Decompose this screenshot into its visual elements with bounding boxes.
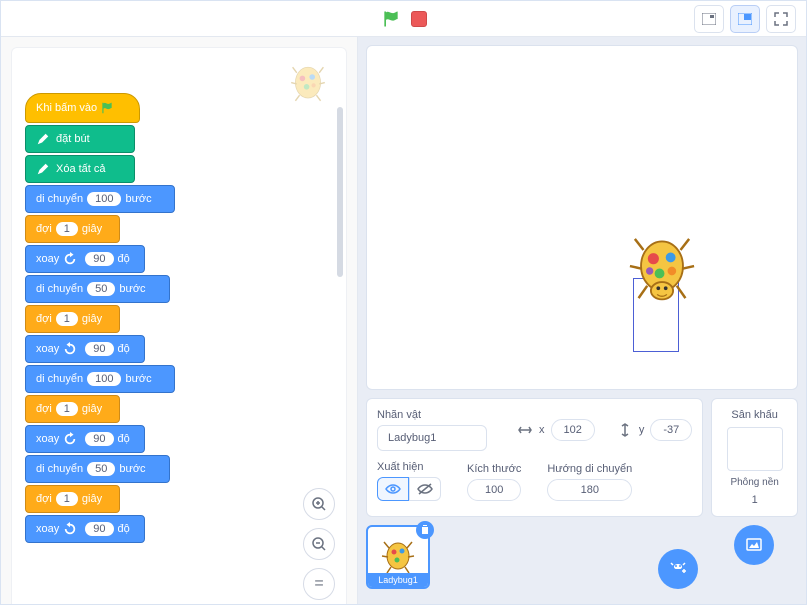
sprite-x-input[interactable]: 102	[551, 419, 595, 441]
sprite-card[interactable]: Ladybug1	[366, 525, 430, 589]
pen-clear-block[interactable]: Xóa tất cả	[25, 155, 135, 183]
sprite-name-input[interactable]	[377, 425, 487, 451]
sprite-watermark-icon	[287, 63, 329, 105]
turn-ccw-icon	[63, 342, 77, 356]
turn-cw-icon	[63, 252, 77, 266]
script-workspace[interactable]: Khi bấm vào đặt bút Xóa tất cả di chuyển…	[11, 47, 347, 604]
sprite-on-stage[interactable]	[625, 234, 699, 308]
sprite-direction-input[interactable]: 180	[547, 479, 632, 501]
stage-info-panel: Sân khấu Phông nền 1	[711, 398, 798, 517]
scripts-scrollbar[interactable]	[337, 107, 343, 277]
sprite-name-label: Nhãn vật	[377, 409, 487, 421]
x-arrows-icon	[517, 422, 533, 438]
add-sprite-button[interactable]	[658, 549, 698, 589]
y-arrows-icon	[617, 422, 633, 438]
fullscreen-button[interactable]	[766, 5, 796, 33]
pen-icon	[36, 132, 50, 146]
zoom-in-button[interactable]	[303, 488, 335, 520]
turn-cw-block[interactable]: xoay90độ	[25, 425, 145, 453]
top-toolbar	[1, 1, 806, 37]
event-hat-block[interactable]: Khi bấm vào	[25, 93, 140, 123]
pen-icon	[36, 162, 50, 176]
move-block[interactable]: di chuyển100bước	[25, 365, 175, 393]
large-stage-button[interactable]	[730, 5, 760, 33]
scripts-panel: Khi bấm vào đặt bút Xóa tất cả di chuyển…	[1, 37, 358, 604]
sprite-list: Ladybug1	[366, 525, 702, 589]
small-stage-button[interactable]	[694, 5, 724, 33]
move-block[interactable]: di chuyển50bước	[25, 275, 170, 303]
wait-block[interactable]: đợi1giây	[25, 215, 120, 243]
wait-block[interactable]: đợi1giây	[25, 395, 120, 423]
sprite-info-panel: Nhãn vật x 102 y -37	[366, 398, 703, 517]
sprite-y-input[interactable]: -37	[650, 419, 692, 441]
move-block[interactable]: di chuyển50bước	[25, 455, 170, 483]
show-sprite-button[interactable]	[377, 477, 409, 501]
wait-block[interactable]: đợi1giây	[25, 305, 120, 333]
wait-block[interactable]: đợi1giây	[25, 485, 120, 513]
stage-canvas[interactable]	[366, 45, 798, 390]
zoom-reset-button[interactable]: =	[303, 568, 335, 600]
stage-thumbnail[interactable]	[727, 427, 783, 471]
turn-cw-icon	[63, 432, 77, 446]
delete-sprite-icon[interactable]	[416, 521, 434, 539]
sprite-thumb-icon	[378, 539, 418, 575]
pen-down-block[interactable]: đặt bút	[25, 125, 135, 153]
move-block[interactable]: di chuyển100bước	[25, 185, 175, 213]
stop-icon[interactable]	[411, 11, 427, 27]
add-backdrop-button[interactable]	[734, 525, 774, 565]
turn-cw-block[interactable]: xoay90độ	[25, 245, 145, 273]
turn-ccw-block[interactable]: xoay90độ	[25, 335, 145, 363]
turn-ccw-icon	[63, 522, 77, 536]
green-flag-icon[interactable]	[381, 9, 401, 29]
stage-list	[710, 525, 798, 589]
hide-sprite-button[interactable]	[409, 477, 441, 501]
turn-ccw-block[interactable]: xoay90độ	[25, 515, 145, 543]
zoom-out-button[interactable]	[303, 528, 335, 560]
sprite-size-input[interactable]: 100	[467, 479, 521, 501]
